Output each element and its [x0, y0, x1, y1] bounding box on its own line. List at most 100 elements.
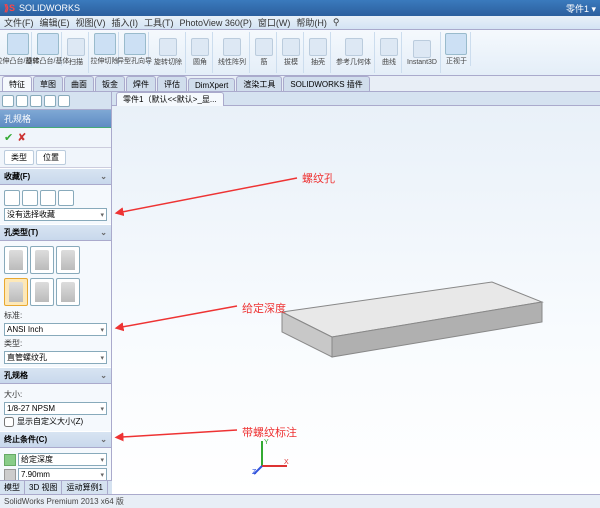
legacy-icon [61, 282, 75, 302]
fav-btn-4[interactable] [58, 190, 74, 206]
fm-tab-1[interactable] [2, 95, 14, 107]
hole-type-hole[interactable] [56, 246, 80, 274]
menu-window[interactable]: 窗口(W) [258, 16, 291, 29]
menu-search-icon[interactable]: ⚲ [333, 17, 340, 28]
subtab-position[interactable]: 位置 [36, 150, 66, 165]
type-select[interactable]: 直管螺纹孔 [4, 351, 107, 364]
bottom-tab-motion[interactable]: 运动算例1 [62, 481, 107, 494]
ribbon-hole-wizard[interactable]: 异型孔向导 [121, 32, 149, 66]
fm-tab-3[interactable] [30, 95, 42, 107]
bottom-tabs: 模型 3D 视图 运动算例1 [0, 480, 112, 494]
ribbon-curves[interactable]: 曲线 [377, 32, 402, 73]
doc-tab-bar: 零件1（默认<<默认>_显... [112, 92, 600, 106]
panel-title: 孔规格 [0, 110, 111, 128]
ribbon-rib[interactable]: 筋 [252, 32, 277, 73]
ribbon-pattern[interactable]: 线性阵列 [215, 32, 250, 73]
sweep-icon [67, 38, 85, 56]
tab-sheetmetal[interactable]: 钣金 [95, 76, 125, 91]
draft-icon [282, 38, 300, 56]
tab-addins[interactable]: SOLIDWORKS 插件 [283, 76, 369, 91]
ribbon-geom[interactable]: 参考几何体 [333, 32, 375, 73]
section-favorites-head[interactable]: 收藏(F) [0, 168, 111, 185]
menu-help[interactable]: 帮助(H) [296, 16, 327, 29]
hole-type-tap[interactable] [4, 278, 28, 306]
menu-bar: 文件(F) 编辑(E) 视图(V) 插入(I) 工具(T) PhotoView … [0, 16, 600, 30]
ribbon-instant3d[interactable]: Instant3D [404, 32, 441, 73]
ok-button[interactable]: ✔ [4, 131, 13, 144]
bottom-tab-3dview[interactable]: 3D 视图 [25, 481, 62, 494]
section-endcond-head[interactable]: 终止条件(C) [0, 431, 111, 448]
depth-icon [4, 469, 16, 481]
fav-btn-2[interactable] [22, 190, 38, 206]
ribbon-cut-extrude[interactable]: 拉伸切除 [91, 32, 119, 66]
counterbore-icon [9, 250, 23, 270]
fav-btn-3[interactable] [40, 190, 56, 206]
svg-text:X: X [284, 459, 289, 466]
doc-tab[interactable]: 零件1（默认<<默认>_显... [116, 92, 224, 106]
section-holetype-head[interactable]: 孔类型(T) [0, 224, 111, 241]
favorites-select[interactable]: 没有选择收藏 [4, 208, 107, 221]
annotation-blind-depth: 给定深度 [242, 300, 286, 316]
ribbon-fillet[interactable]: 圆角 [188, 32, 213, 73]
fm-tab-5[interactable] [58, 95, 70, 107]
tab-surface[interactable]: 曲面 [64, 76, 94, 91]
ribbon: 拉伸凸台/基体 旋转凸台/基体 扫描 拉伸切除 异型孔向导 旋转切除 圆角 线性… [0, 30, 600, 76]
hole-type-countersink[interactable] [30, 246, 54, 274]
fillet-icon [191, 38, 209, 56]
show-custom-label: 显示自定义大小(Z) [17, 416, 83, 427]
pipetap-icon [35, 282, 49, 302]
viewport[interactable]: 零件1（默认<<默认>_显... 螺纹孔 给定深度 带螺纹标注 Y X Z [112, 92, 600, 494]
ribbon-sweep[interactable]: 扫描 [64, 32, 89, 73]
doc-title-right: 零件1 ▾ [566, 2, 596, 15]
tab-features[interactable]: 特征 [2, 76, 32, 91]
pattern-icon [223, 38, 241, 56]
command-tabs: 特征 草图 曲面 钣金 焊件 评估 DimXpert 渲染工具 SOLIDWOR… [0, 76, 600, 92]
section-holespec-head[interactable]: 孔规格 [0, 367, 111, 384]
normal-to-icon [445, 33, 467, 55]
tap-icon [9, 282, 23, 302]
tab-dimxpert[interactable]: DimXpert [188, 78, 235, 91]
menu-insert[interactable]: 插入(I) [112, 16, 139, 29]
section-holespec-body: 大小: 1/8-27 NPSM 显示自定义大小(Z) [0, 384, 111, 431]
ribbon-shell[interactable]: 抽壳 [306, 32, 331, 73]
cancel-button[interactable]: ✘ [17, 131, 26, 144]
ribbon-draft[interactable]: 拔模 [279, 32, 304, 73]
end-cond-select[interactable]: 给定深度 [18, 453, 107, 466]
countersink-icon [35, 250, 49, 270]
extrude-icon [7, 33, 29, 55]
show-custom-checkbox[interactable] [4, 417, 14, 427]
size-select[interactable]: 1/8-27 NPSM [4, 402, 107, 415]
tab-evaluate[interactable]: 评估 [157, 76, 187, 91]
ribbon-revolve[interactable]: 旋转凸台/基体 [34, 32, 62, 66]
ribbon-normal-to[interactable]: 正视于 [443, 32, 471, 66]
menu-view[interactable]: 视图(V) [76, 16, 106, 29]
size-label: 大小: [4, 389, 22, 400]
menu-photoview[interactable]: PhotoView 360(P) [180, 18, 252, 28]
app-name: SOLIDWORKS [19, 3, 80, 13]
instant3d-icon [413, 40, 431, 58]
annotation-threaded-hole: 螺纹孔 [302, 170, 335, 186]
fav-btn-1[interactable] [4, 190, 20, 206]
geom-icon [345, 38, 363, 56]
hole-type-counterbore[interactable] [4, 246, 28, 274]
feature-manager-tabs [0, 92, 111, 110]
section-favorites-body: 没有选择收藏 [0, 185, 111, 224]
model-block [262, 262, 552, 362]
fm-tab-4[interactable] [44, 95, 56, 107]
tab-render[interactable]: 渲染工具 [236, 76, 282, 91]
menu-tools[interactable]: 工具(T) [144, 16, 174, 29]
ribbon-cut-revolve[interactable]: 旋转切除 [151, 32, 186, 73]
tab-weldments[interactable]: 焊件 [126, 76, 156, 91]
svg-text:Z: Z [252, 469, 257, 476]
tab-sketch[interactable]: 草图 [33, 76, 63, 91]
bottom-tab-model[interactable]: 模型 [0, 481, 25, 494]
menu-file[interactable]: 文件(F) [4, 16, 34, 29]
hole-wizard-icon [124, 33, 146, 55]
fm-tab-2[interactable] [16, 95, 28, 107]
hole-type-pipetap[interactable] [30, 278, 54, 306]
standard-select[interactable]: ANSI Inch [4, 323, 107, 336]
subtab-type[interactable]: 类型 [4, 150, 34, 165]
hole-type-legacy[interactable] [56, 278, 80, 306]
menu-edit[interactable]: 编辑(E) [40, 16, 70, 29]
panel-actions: ✔ ✘ [0, 128, 111, 148]
